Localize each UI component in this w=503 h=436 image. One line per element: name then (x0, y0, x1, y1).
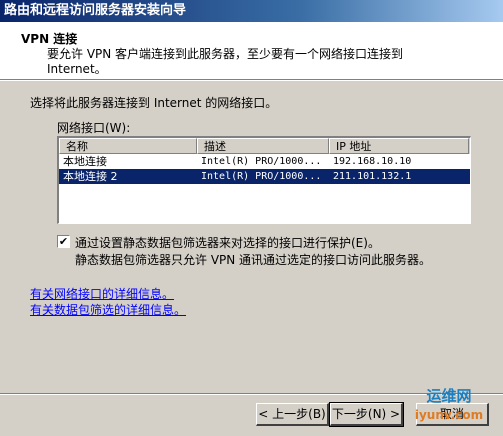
interface-name: 本地连接 (63, 155, 107, 168)
next-button[interactable]: 下一步(N) > (329, 402, 404, 427)
interface-prompt: 选择将此服务器连接到 Internet 的网络接口。 (30, 96, 278, 110)
window-titlebar: 路由和远程访问服务器安装向导 (0, 0, 503, 22)
filter-help-link[interactable]: 有关数据包筛选的详细信息。 (30, 301, 186, 318)
window-title: 路由和远程访问服务器安装向导 (4, 3, 187, 18)
wizard-header: VPN 连接 要允许 VPN 客户端连接到此服务器，至少要有一个网络接口连接到 … (0, 22, 503, 80)
interface-description: Intel(R) PRO/1000... (201, 156, 322, 167)
interfaces-help-link[interactable]: 有关网络接口的详细信息。 (30, 285, 174, 302)
interface-ip: 192.168.10.10 (333, 156, 412, 167)
header-divider (0, 80, 503, 81)
interface-description: Intel(R) PRO/1000... (201, 171, 322, 182)
interface-ip: 211.101.132.1 (333, 171, 412, 182)
interface-listview[interactable]: 名称 描述 IP 地址 本地连接 Intel(R) PRO/1000... 19… (57, 136, 471, 224)
listview-header: 名称 描述 IP 地址 (59, 138, 470, 154)
column-header-name[interactable]: 名称 (59, 138, 197, 154)
packet-filter-checkbox[interactable]: ✔ (57, 235, 70, 248)
packet-filter-label[interactable]: 通过设置静态数据包筛选器来对选择的接口进行保护(E)。 (75, 234, 380, 251)
column-header-ip[interactable]: IP 地址 (329, 138, 469, 154)
packet-filter-sublabel: 静态数据包筛选器只允许 VPN 通讯通过选定的接口访问此服务器。 (75, 253, 432, 267)
header-description: 要允许 VPN 客户端连接到此服务器，至少要有一个网络接口连接到 Interne… (47, 47, 404, 76)
interface-row-selected[interactable]: 本地连接 2 Intel(R) PRO/1000... 211.101.132.… (59, 169, 470, 184)
header-title: VPN 连接 (21, 32, 78, 46)
watermark-logo: 运维网 (426, 387, 472, 405)
interface-name: 本地连接 2 (63, 170, 118, 183)
interface-list-label: 网络接口(W): (57, 121, 131, 135)
interface-row[interactable]: 本地连接 Intel(R) PRO/1000... 192.168.10.10 (59, 154, 470, 169)
site-watermark: 运维网 iyunv.com (403, 385, 495, 433)
watermark-url: iyunv.com (414, 408, 484, 422)
column-header-description[interactable]: 描述 (197, 138, 329, 154)
back-button[interactable]: < 上一步(B) (256, 403, 329, 426)
